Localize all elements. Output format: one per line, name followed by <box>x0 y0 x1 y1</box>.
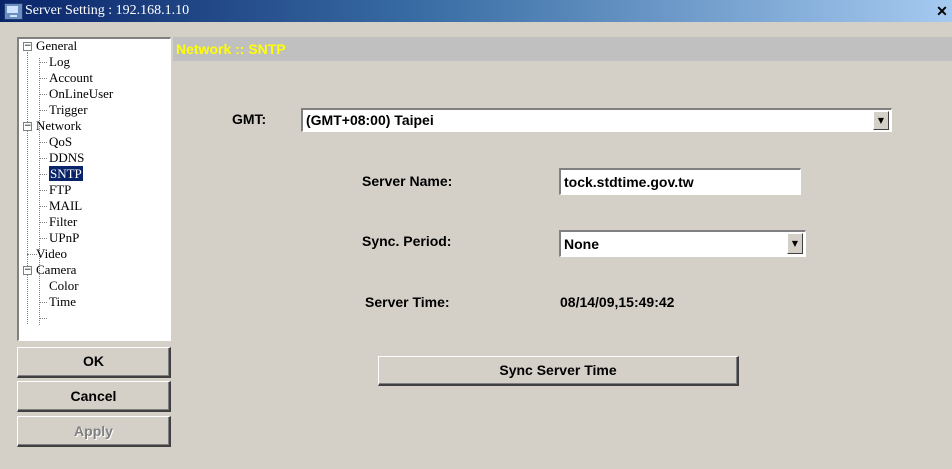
server-time-label: Server Time: <box>365 294 450 310</box>
tree-connector <box>39 62 47 63</box>
server-time-value: 08/14/09,15:49:42 <box>560 294 675 310</box>
tree-item-filter[interactable]: Filter <box>49 214 77 230</box>
tree-item-upnp[interactable]: UPnP <box>49 230 79 246</box>
tree-connector <box>39 302 47 303</box>
sync-period-label: Sync. Period: <box>362 233 452 249</box>
tree-connector <box>39 206 47 207</box>
tree-label: Network <box>36 118 82 133</box>
tree-item-qos[interactable]: QoS <box>49 134 72 150</box>
tree-item-video[interactable]: Video <box>36 246 67 262</box>
tree-connector <box>39 142 47 143</box>
sync-server-time-button[interactable]: Sync Server Time <box>378 356 739 386</box>
tree-item-time[interactable]: Time <box>49 294 76 310</box>
tree-label: UPnP <box>49 230 80 245</box>
tree-label: DDNS <box>49 150 85 165</box>
tree-item-general[interactable]: General <box>36 38 77 54</box>
tree-connector <box>39 318 47 319</box>
apply-button[interactable]: Apply <box>17 416 171 447</box>
expand-toggle-camera[interactable]: − <box>23 266 32 275</box>
server-name-input[interactable]: tock.stdtime.gov.tw <box>559 168 801 195</box>
tree-label: QoS <box>49 134 73 149</box>
tree-label: Camera <box>36 262 77 277</box>
tree-label: Account <box>49 70 94 85</box>
tree-label: Trigger <box>49 102 88 117</box>
tree-label: Color <box>49 278 79 293</box>
tree-connector <box>39 174 47 175</box>
tree-item-account[interactable]: Account <box>49 70 93 86</box>
tree-item-log[interactable]: Log <box>49 54 70 70</box>
tree-label: Log <box>49 54 70 69</box>
tree-item-ftp[interactable]: FTP <box>49 182 71 198</box>
tree-label: Filter <box>49 214 78 229</box>
tree-connector <box>39 78 47 79</box>
tree-label: Time <box>49 294 76 309</box>
tree-item-sntp[interactable]: SNTP <box>49 166 83 182</box>
cancel-button[interactable]: Cancel <box>17 381 171 412</box>
close-icon[interactable]: ✕ <box>932 0 952 22</box>
tree-label: Video <box>36 246 67 261</box>
window-title: Server Setting : 192.168.1.10 <box>25 3 190 18</box>
tree-connector <box>39 94 47 95</box>
tree-item-online-user[interactable]: OnLineUser <box>49 86 113 102</box>
chevron-down-icon[interactable]: ▼ <box>787 233 803 254</box>
tree-connector <box>39 110 47 111</box>
tree-item-mail[interactable]: MAIL <box>49 198 82 214</box>
sync-period-value: None <box>564 236 599 252</box>
tree-connector <box>39 190 47 191</box>
tree-connector <box>39 238 47 239</box>
gmt-label: GMT: <box>232 111 267 127</box>
tree-label: MAIL <box>49 198 83 213</box>
gmt-value: (GMT+08:00) Taipei <box>306 112 434 128</box>
tree-item-ddns[interactable]: DDNS <box>49 150 84 166</box>
title-bar: Server Setting : 192.168.1.10 ✕ <box>0 0 952 22</box>
panel-header: Network :: SNTP <box>173 37 952 61</box>
sync-period-select[interactable]: None <box>559 230 806 257</box>
server-name-value: tock.stdtime.gov.tw <box>564 174 694 190</box>
tree-item-trigger[interactable]: Trigger <box>49 102 88 118</box>
gmt-select[interactable]: (GMT+08:00) Taipei <box>301 108 892 132</box>
tree-connector <box>39 222 47 223</box>
tree-item-color[interactable]: Color <box>49 278 79 294</box>
tree-connector <box>39 158 47 159</box>
ok-button[interactable]: OK <box>17 347 171 378</box>
expand-toggle-network[interactable]: − <box>23 122 32 131</box>
expand-toggle-general[interactable]: − <box>23 42 32 51</box>
tree-item-network[interactable]: Network <box>36 118 82 134</box>
tree-label: OnLineUser <box>49 86 114 101</box>
server-name-label: Server Name: <box>362 173 453 189</box>
chevron-down-icon[interactable]: ▼ <box>873 111 889 130</box>
tree-item-camera[interactable]: Camera <box>36 262 76 278</box>
tree-connector <box>27 52 28 324</box>
tree-label: FTP <box>49 182 72 197</box>
tree-label: General <box>36 38 78 53</box>
settings-tree[interactable]: − General Log Account OnLineUser Trigger… <box>17 37 171 341</box>
tree-label: SNTP <box>49 166 83 181</box>
panel-title: Network :: SNTP <box>176 41 286 57</box>
server-app-icon <box>4 3 23 20</box>
